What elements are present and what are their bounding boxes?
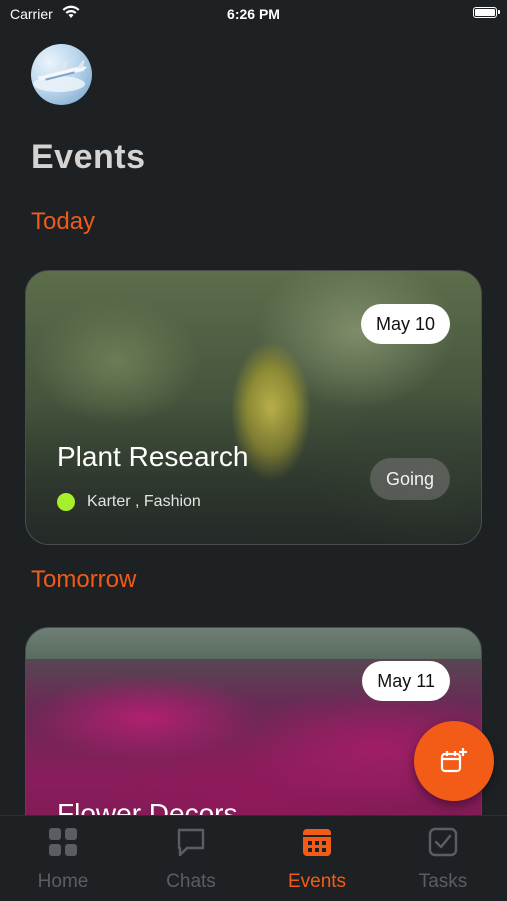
status-dot [57,493,75,511]
tab-home-label: Home [37,871,89,892]
add-event-icon [440,748,467,773]
tab-home[interactable]: Home [0,816,126,901]
tab-tasks[interactable]: Tasks [380,816,506,901]
tab-events-label: Events [287,871,347,892]
clock: 6:26 PM [227,6,280,22]
avatar[interactable] [31,44,92,105]
grid-icon [49,828,77,856]
date-badge: May 10 [360,304,450,344]
tab-chats-label: Chats [166,871,216,892]
section-tomorrow-label: Tomorrow [31,566,137,593]
date-badge: May 11 [362,661,450,701]
airplane-icon [33,60,87,92]
event-title: Plant Research [57,441,249,472]
tab-chats[interactable]: Chats [128,816,254,901]
tab-tasks-label: Tasks [418,871,468,892]
page-title: Events [31,138,146,176]
event-card-today[interactable]: May 10 Plant Research Karter , Fashion G… [25,270,482,545]
checkbox-icon [428,827,458,857]
tab-bar: Home Chats Events Tasks [0,815,507,901]
event-meta-text: Karter , Fashion [87,493,201,510]
event-meta: Karter , Fashion [57,493,201,511]
calendar-icon [303,829,331,856]
chat-bubble-icon [177,828,205,857]
going-button[interactable]: Going [369,458,450,500]
section-today-label: Today [31,208,96,235]
tab-events[interactable]: Events [254,816,380,901]
add-event-button[interactable] [414,721,494,801]
battery-icon [473,7,500,18]
status-bar: Carrier 6:26 PM [0,0,507,28]
